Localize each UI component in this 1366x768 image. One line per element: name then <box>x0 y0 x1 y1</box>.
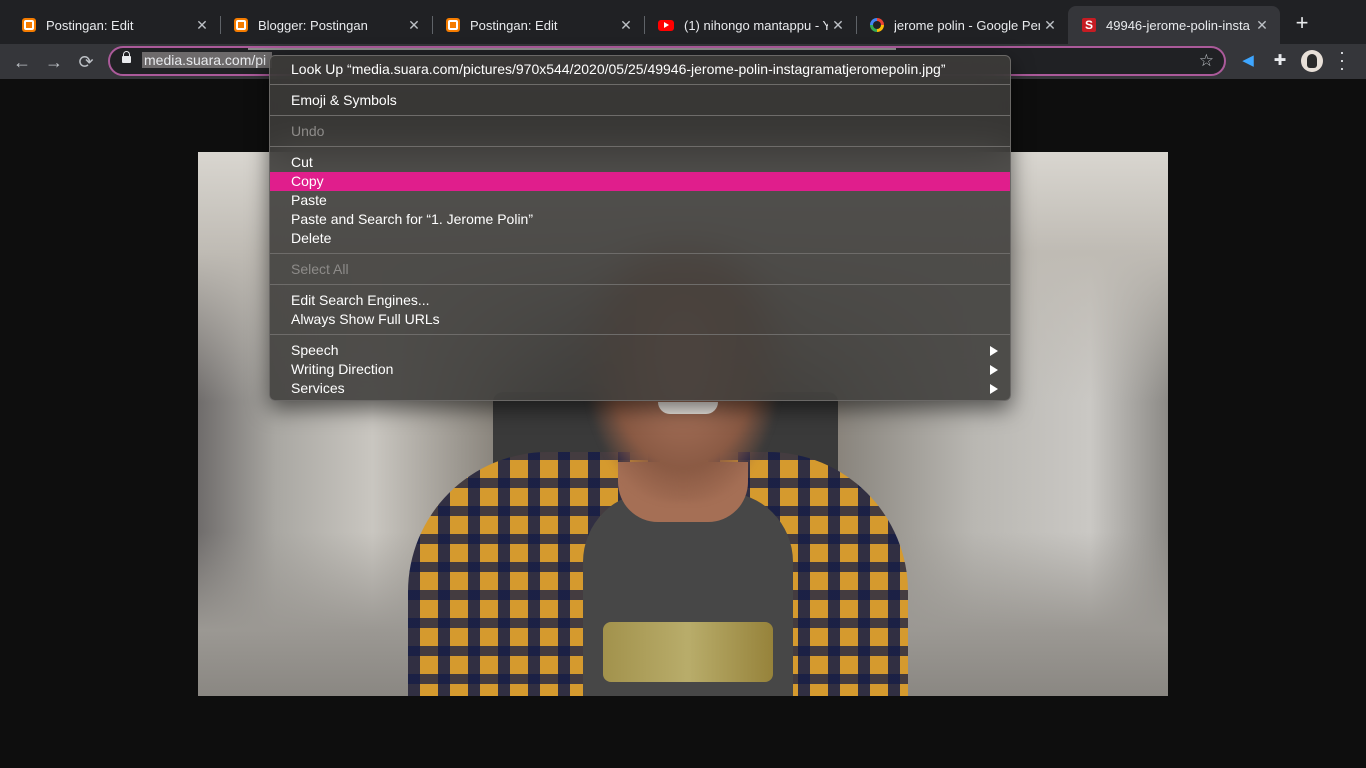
menu-item-label: Speech <box>291 342 339 358</box>
chrome-menu-icon[interactable]: · · · <box>1336 43 1348 77</box>
tab-title: 49946-jerome-polin-insta <box>1106 17 1250 33</box>
submenu-arrow-icon <box>990 365 998 375</box>
tab-title: Postingan: Edit <box>46 17 134 33</box>
tab-postingan-edit-1[interactable]: Postingan: Edit ✕ <box>8 8 220 42</box>
tab-strip: Postingan: Edit ✕ Blogger: Postingan ✕ P… <box>0 0 1366 44</box>
profile-avatar[interactable] <box>1301 50 1323 72</box>
close-icon[interactable]: ✕ <box>616 17 636 34</box>
menu-separator <box>270 146 1010 147</box>
menu-separator <box>270 334 1010 335</box>
close-icon[interactable]: ✕ <box>192 17 212 34</box>
blogger-icon <box>234 18 248 32</box>
suara-icon: S <box>1082 18 1096 32</box>
menu-item-speech[interactable]: Speech <box>270 341 1010 360</box>
menu-item-delete[interactable]: Delete <box>270 229 1010 248</box>
reload-button[interactable]: ⟳ <box>73 49 99 75</box>
puzzle-extensions-icon[interactable]: ✚ <box>1270 51 1290 71</box>
menu-item-label: Writing Direction <box>291 361 394 377</box>
lock-icon[interactable] <box>122 51 131 63</box>
menu-item-undo: Undo <box>291 123 325 139</box>
menu-item-edit-search-engines[interactable]: Edit Search Engines... <box>270 291 1010 310</box>
menu-separator <box>270 84 1010 85</box>
menu-item-select-all: Select All <box>291 261 349 277</box>
close-icon[interactable]: ✕ <box>1252 17 1272 34</box>
extension-icon[interactable]: ◀ <box>1238 51 1258 71</box>
google-icon <box>870 18 884 32</box>
tab-blogger-postingan[interactable]: Blogger: Postingan ✕ <box>220 8 432 42</box>
loading-indicator <box>248 48 896 50</box>
url-text[interactable]: media.suara.com/pi <box>142 52 272 68</box>
blogger-icon <box>446 18 460 32</box>
menu-separator <box>270 253 1010 254</box>
menu-item-label: Services <box>291 380 345 396</box>
tab-google-search[interactable]: jerome polin - Google Pen ✕ <box>856 8 1068 42</box>
forward-button[interactable]: → <box>41 49 67 75</box>
image-smile <box>658 402 718 414</box>
menu-item-copy[interactable]: Copy <box>270 172 1010 191</box>
close-icon[interactable]: ✕ <box>404 17 424 34</box>
menu-item-look-up[interactable]: Look Up “media.suara.com/pictures/970x54… <box>270 60 1010 79</box>
tab-youtube[interactable]: (1) nihongo mantappu - Yo ✕ <box>644 8 856 42</box>
tab-title: Blogger: Postingan <box>258 17 368 33</box>
menu-item-cut[interactable]: Cut <box>270 153 1010 172</box>
submenu-arrow-icon <box>990 346 998 356</box>
tab-title: jerome polin - Google Pen <box>894 17 1040 33</box>
menu-separator <box>270 284 1010 285</box>
image-tshirt-print <box>603 622 773 682</box>
menu-item-services[interactable]: Services <box>270 379 1010 398</box>
menu-item-paste-and-search[interactable]: Paste and Search for “1. Jerome Polin” <box>270 210 1010 229</box>
close-icon[interactable]: ✕ <box>1040 17 1060 34</box>
tab-postingan-edit-2[interactable]: Postingan: Edit ✕ <box>432 8 644 42</box>
blogger-icon <box>22 18 36 32</box>
back-button[interactable]: ← <box>9 49 35 75</box>
menu-separator <box>270 115 1010 116</box>
bookmark-star-icon[interactable]: ☆ <box>1199 51 1214 71</box>
menu-item-writing-direction[interactable]: Writing Direction <box>270 360 1010 379</box>
youtube-icon <box>658 19 674 31</box>
new-tab-button[interactable]: + <box>1290 12 1314 36</box>
tab-jerome-image[interactable]: S 49946-jerome-polin-insta ✕ <box>1068 6 1280 44</box>
menu-item-emoji-symbols[interactable]: Emoji & Symbols <box>270 91 1010 110</box>
tab-title: Postingan: Edit <box>470 17 558 33</box>
tab-title: (1) nihongo mantappu - Yo <box>684 17 828 33</box>
context-menu: Look Up “media.suara.com/pictures/970x54… <box>269 55 1011 401</box>
close-icon[interactable]: ✕ <box>828 17 848 34</box>
submenu-arrow-icon <box>990 384 998 394</box>
menu-item-always-show-full-urls[interactable]: Always Show Full URLs <box>270 310 1010 329</box>
menu-item-paste[interactable]: Paste <box>270 191 1010 210</box>
